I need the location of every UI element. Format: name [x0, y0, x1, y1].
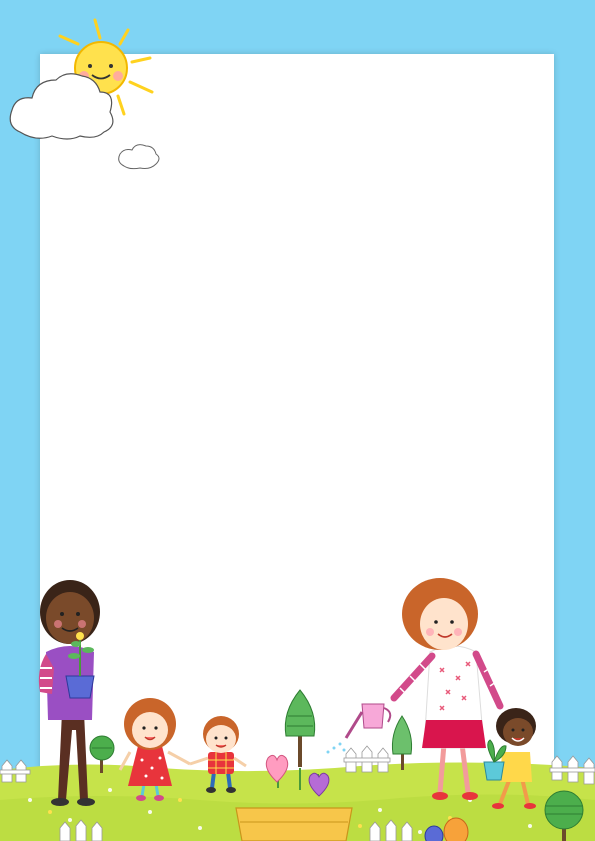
cloud-icon: [118, 144, 160, 170]
tree-icon: [284, 689, 316, 767]
watering-can-icon: [326, 703, 392, 754]
scene-art: [0, 18, 595, 841]
stationery-page: [0, 0, 595, 841]
tree-icon: [391, 715, 413, 770]
fence-right: [549, 755, 595, 785]
fence-middle: [343, 745, 391, 773]
